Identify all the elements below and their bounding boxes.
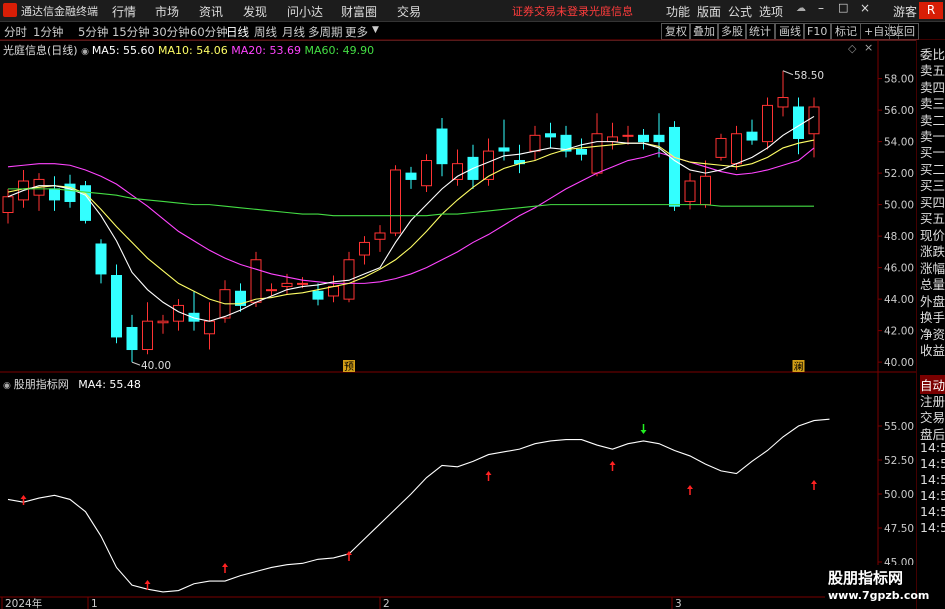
- side-panel-item: 收益: [920, 343, 945, 358]
- candle-body: [607, 136, 618, 143]
- buy-arrow-head: [144, 580, 151, 584]
- candle-body: [793, 106, 804, 139]
- low-price-label: 40.00: [141, 360, 171, 372]
- candle-body: [343, 259, 355, 300]
- high-pointer: [782, 70, 794, 76]
- candle-body: [126, 326, 138, 351]
- buy-arrow-head: [811, 480, 817, 484]
- y-tick-label: 52.00: [884, 168, 914, 180]
- sell-arrow-head: [640, 430, 647, 434]
- candle-body: [328, 286, 339, 297]
- ind-y-tick-label: 55.00: [884, 421, 914, 433]
- watermark-title: 股朋指标网: [828, 569, 904, 587]
- indicator-line: [7, 418, 830, 593]
- buy-arrow-head: [687, 485, 693, 489]
- candle-body: [111, 275, 122, 338]
- candle-body: [700, 175, 711, 206]
- y-tick-label: 56.00: [884, 105, 914, 117]
- candle-body: [80, 185, 91, 221]
- candle-body: [483, 150, 494, 180]
- side-panel-item: 14:56: [920, 456, 945, 471]
- quote-side-panel: 委比 卖五 卖四 卖三 卖二 卖一 买一 买二 买三 买四 买五 现价 涨跌 涨幅 总量 外盘 换手 净资 收益 自动…: [916, 2, 945, 609]
- y-tick-label: 40.00: [884, 357, 914, 369]
- kline-chart[interactable]: 40.00 42.00 44.00 46.00 48.00 50.00 52.00 54.00…: [0, 0, 945, 609]
- candle-body: [669, 126, 680, 207]
- candle-body: [390, 169, 401, 234]
- candle-body: [545, 133, 556, 138]
- candle-body: [359, 241, 370, 256]
- side-panel-item: 14:56: [920, 504, 945, 519]
- candle-body: [405, 172, 417, 180]
- x-tick-label: 1: [91, 598, 98, 609]
- candle-body: [204, 320, 215, 335]
- side-panel-item: 14:56: [920, 440, 945, 455]
- watermark-box: 股朋指标网 www.7gpzb.com: [825, 565, 929, 609]
- ind-y-tick-label: 52.50: [884, 455, 914, 467]
- low-pointer: [131, 361, 141, 366]
- event-marker-forecast: 预: [344, 361, 354, 373]
- x-tick-label: 2024年: [5, 597, 42, 609]
- candle-body: [715, 137, 727, 158]
- candle-body: [808, 106, 820, 135]
- candle-body: [762, 104, 773, 143]
- candle-body: [591, 133, 603, 174]
- ind-y-tick-label: 47.50: [884, 523, 914, 535]
- candle-body: [622, 134, 634, 137]
- candle-body: [250, 259, 262, 303]
- candle-body: [452, 163, 463, 180]
- indicator-layer: [7, 418, 830, 593]
- y-tick-label: 48.00: [884, 231, 914, 243]
- y-tick-label: 50.00: [884, 200, 914, 212]
- candle-body: [374, 232, 386, 240]
- r-button[interactable]: R: [919, 2, 943, 19]
- y-tick-label: 54.00: [884, 137, 914, 149]
- candle-body: [421, 160, 432, 187]
- event-marker-news: 澜: [794, 361, 804, 373]
- watermark-url: www.7gpzb.com: [828, 589, 930, 602]
- candle-body: [297, 282, 308, 285]
- candle-body: [95, 243, 107, 275]
- candle-body: [157, 320, 169, 324]
- buy-arrow-head: [609, 461, 616, 465]
- candle-body: [777, 97, 789, 108]
- candle-body: [638, 134, 649, 143]
- candle-body: [684, 180, 696, 202]
- candle-body: [576, 149, 587, 155]
- y-tick-label: 44.00: [884, 294, 914, 306]
- candle-body: [436, 128, 448, 165]
- candle-body: [498, 147, 510, 152]
- ma10-line: [7, 139, 815, 305]
- candle-body: [281, 282, 293, 288]
- candle-body: [653, 134, 665, 143]
- x-tick-label: 3: [675, 598, 682, 609]
- candle-body: [188, 312, 200, 322]
- x-tick-label: 2: [383, 598, 390, 609]
- y-tick-label: 42.00: [884, 326, 914, 338]
- side-panel-item: 14:56: [920, 472, 945, 487]
- candle-body: [731, 133, 742, 165]
- candle-body: [312, 290, 324, 300]
- buy-arrow-head: [485, 471, 492, 475]
- ind-y-tick-label: 50.00: [884, 489, 914, 501]
- candle-body: [49, 188, 60, 201]
- y-tick-label: 58.00: [884, 74, 914, 86]
- candle-body: [266, 289, 277, 292]
- buy-arrow-head: [222, 563, 228, 567]
- side-panel-item: 14:56: [920, 488, 945, 503]
- ma5-line: [7, 115, 815, 322]
- candle-layer: 58.50 40.00 预 澜: [2, 70, 824, 373]
- candle-body: [2, 196, 14, 213]
- high-price-label: 58.50: [794, 70, 824, 82]
- candle-body: [746, 131, 758, 141]
- buy-arrow-head: [20, 495, 27, 499]
- y-tick-label: 46.00: [884, 263, 914, 275]
- candle-body: [529, 134, 541, 152]
- side-panel-item: 14:56: [920, 520, 945, 535]
- candle-body: [142, 320, 153, 351]
